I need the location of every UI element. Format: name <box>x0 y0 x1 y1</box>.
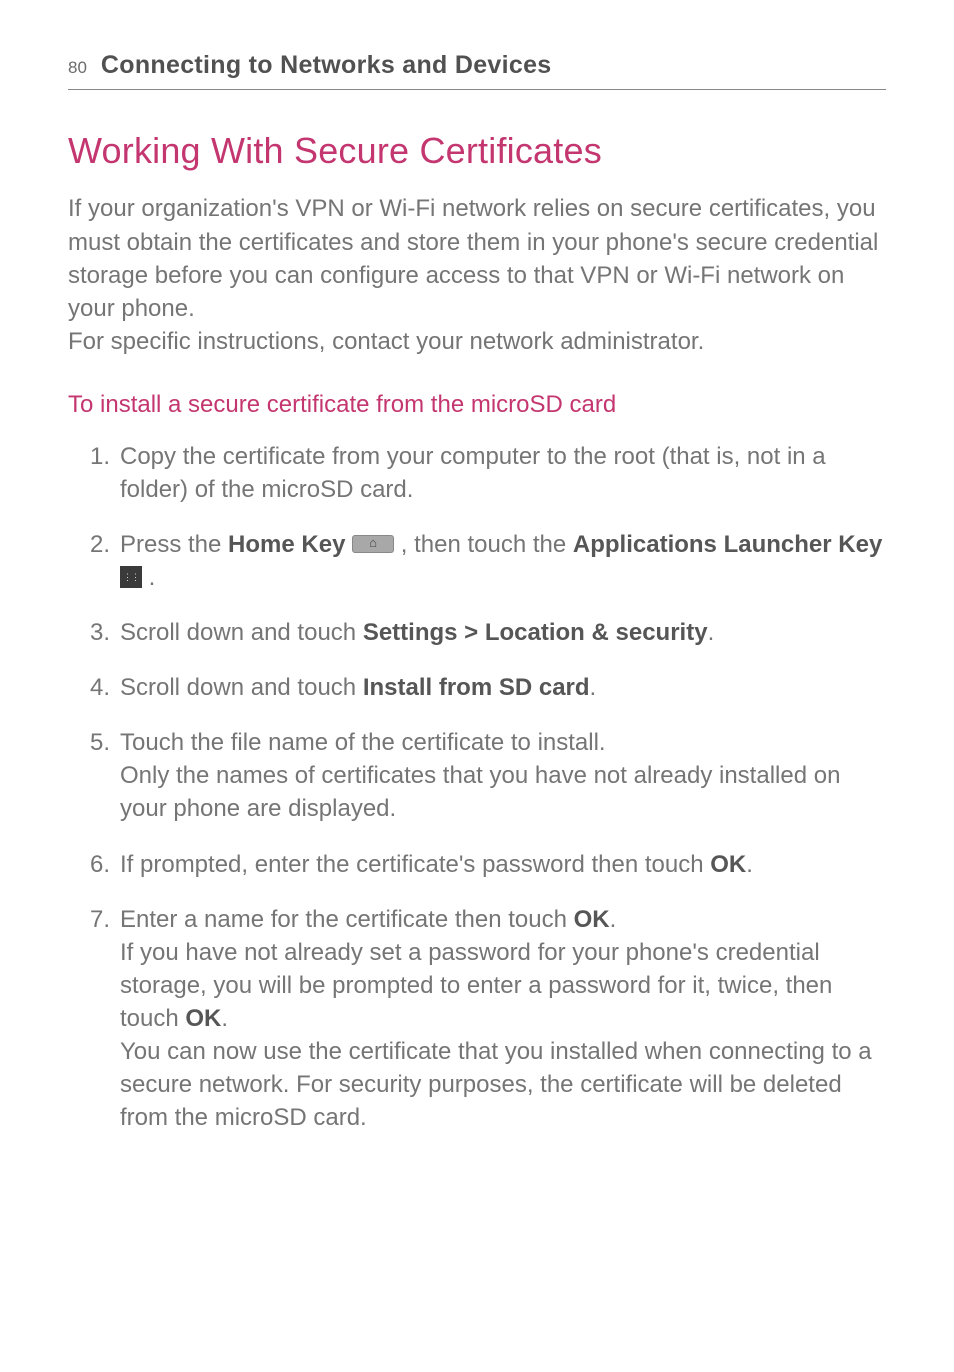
home-key-icon <box>352 535 394 553</box>
intro-text-1: If your organization's VPN or Wi-Fi netw… <box>68 195 878 321</box>
steps-list: Copy the certificate from your computer … <box>68 440 886 1135</box>
home-key-label: Home Key <box>228 531 345 558</box>
section-title: Connecting to Networks and Devices <box>101 48 552 83</box>
step-2-text-b: , then touch the <box>394 531 573 558</box>
step-4-text-b: . <box>590 674 597 701</box>
sub-heading: To install a secure certificate from the… <box>68 388 886 422</box>
page-header: 80 Connecting to Networks and Devices <box>68 48 886 90</box>
intro-text-2: For specific instructions, contact your … <box>68 328 704 355</box>
step-1: Copy the certificate from your computer … <box>118 440 886 506</box>
step-4: Scroll down and touch Install from SD ca… <box>118 671 886 704</box>
ok-button-label-3: OK <box>185 1005 221 1032</box>
step-6-text-b: . <box>746 851 753 878</box>
step-5-text-a: Touch the file name of the certificate t… <box>120 729 606 756</box>
step-2-text-a: Press the <box>120 531 228 558</box>
step-7-text-e: You can now use the certificate that you… <box>120 1038 872 1131</box>
step-4-text-a: Scroll down and touch <box>120 674 363 701</box>
app-launcher-label: Applications Launcher Key <box>573 531 882 558</box>
step-3-text-a: Scroll down and touch <box>120 619 363 646</box>
install-sd-label: Install from SD card <box>363 674 590 701</box>
ok-button-label-2: OK <box>574 906 610 933</box>
step-3-text-b: . <box>708 619 715 646</box>
step-7-text-b: . <box>610 906 617 933</box>
step-6: If prompted, enter the certificate's pas… <box>118 848 886 881</box>
page-number: 80 <box>68 56 87 80</box>
step-2-text-c: . <box>142 564 155 591</box>
step-7-text-a: Enter a name for the certificate then to… <box>120 906 574 933</box>
ok-button-label: OK <box>710 851 746 878</box>
step-5-text-b: Only the names of certificates that you … <box>120 762 840 822</box>
step-7: Enter a name for the certificate then to… <box>118 903 886 1135</box>
page-title: Working With Secure Certificates <box>68 126 886 176</box>
step-7-text-d: . <box>221 1005 228 1032</box>
step-3: Scroll down and touch Settings > Locatio… <box>118 616 886 649</box>
settings-path: Settings > Location & security <box>363 619 708 646</box>
intro-paragraph: If your organization's VPN or Wi-Fi netw… <box>68 192 886 358</box>
step-5: Touch the file name of the certificate t… <box>118 726 886 825</box>
step-6-text-a: If prompted, enter the certificate's pas… <box>120 851 710 878</box>
step-2: Press the Home Key , then touch the Appl… <box>118 528 886 594</box>
app-launcher-icon <box>120 566 142 588</box>
